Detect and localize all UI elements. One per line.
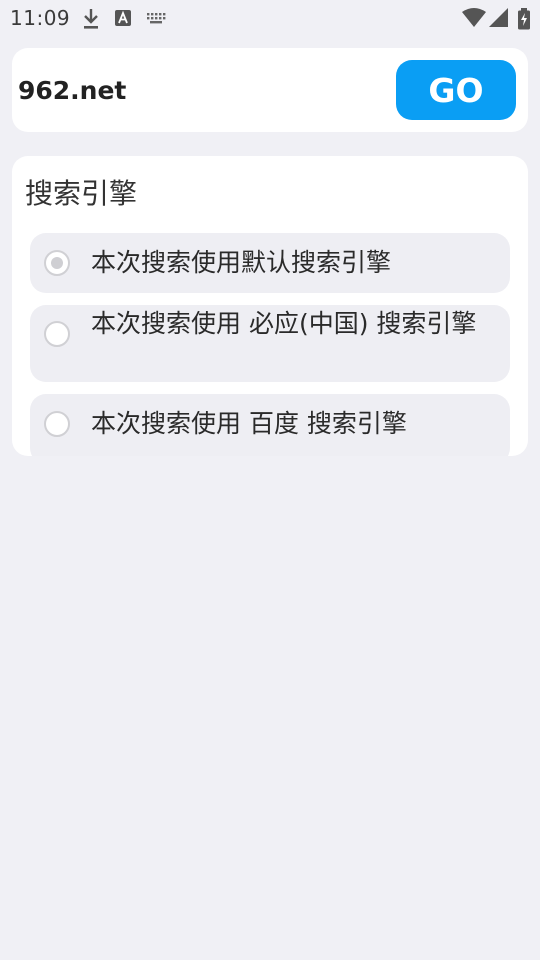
download-icon bbox=[84, 9, 98, 29]
status-time: 11:09 bbox=[10, 6, 71, 30]
search-engine-title: 搜索引擎 bbox=[25, 177, 138, 210]
option-label: 本次搜索使用 必应(中国) 搜索引擎 bbox=[91, 309, 477, 338]
keyboard-icon bbox=[147, 13, 166, 24]
url-bar: GO bbox=[12, 48, 528, 132]
search-engine-card: 搜索引擎 本次搜索使用默认搜索引擎 本次搜索使用 必应(中国) 搜索引擎 本次搜… bbox=[12, 156, 528, 456]
radio-unchecked-icon[interactable] bbox=[44, 321, 70, 347]
battery-icon bbox=[518, 8, 530, 30]
radio-checked-icon[interactable] bbox=[44, 250, 70, 276]
go-button[interactable]: GO bbox=[396, 60, 516, 120]
wifi-icon bbox=[462, 8, 486, 27]
option-default-engine[interactable]: 本次搜索使用默认搜索引擎 bbox=[30, 233, 510, 293]
option-label: 本次搜索使用 百度 搜索引擎 bbox=[91, 409, 407, 438]
option-baidu-engine[interactable]: 本次搜索使用 百度 搜索引擎 bbox=[30, 394, 510, 456]
status-bar: 11:09 bbox=[0, 0, 540, 36]
signal-icon bbox=[489, 8, 508, 27]
option-label: 本次搜索使用默认搜索引擎 bbox=[91, 248, 392, 277]
url-input[interactable] bbox=[18, 70, 378, 110]
radio-unchecked-icon[interactable] bbox=[44, 411, 70, 437]
option-bing-engine[interactable]: 本次搜索使用 必应(中国) 搜索引擎 bbox=[30, 305, 510, 382]
text-a-icon bbox=[115, 10, 131, 26]
